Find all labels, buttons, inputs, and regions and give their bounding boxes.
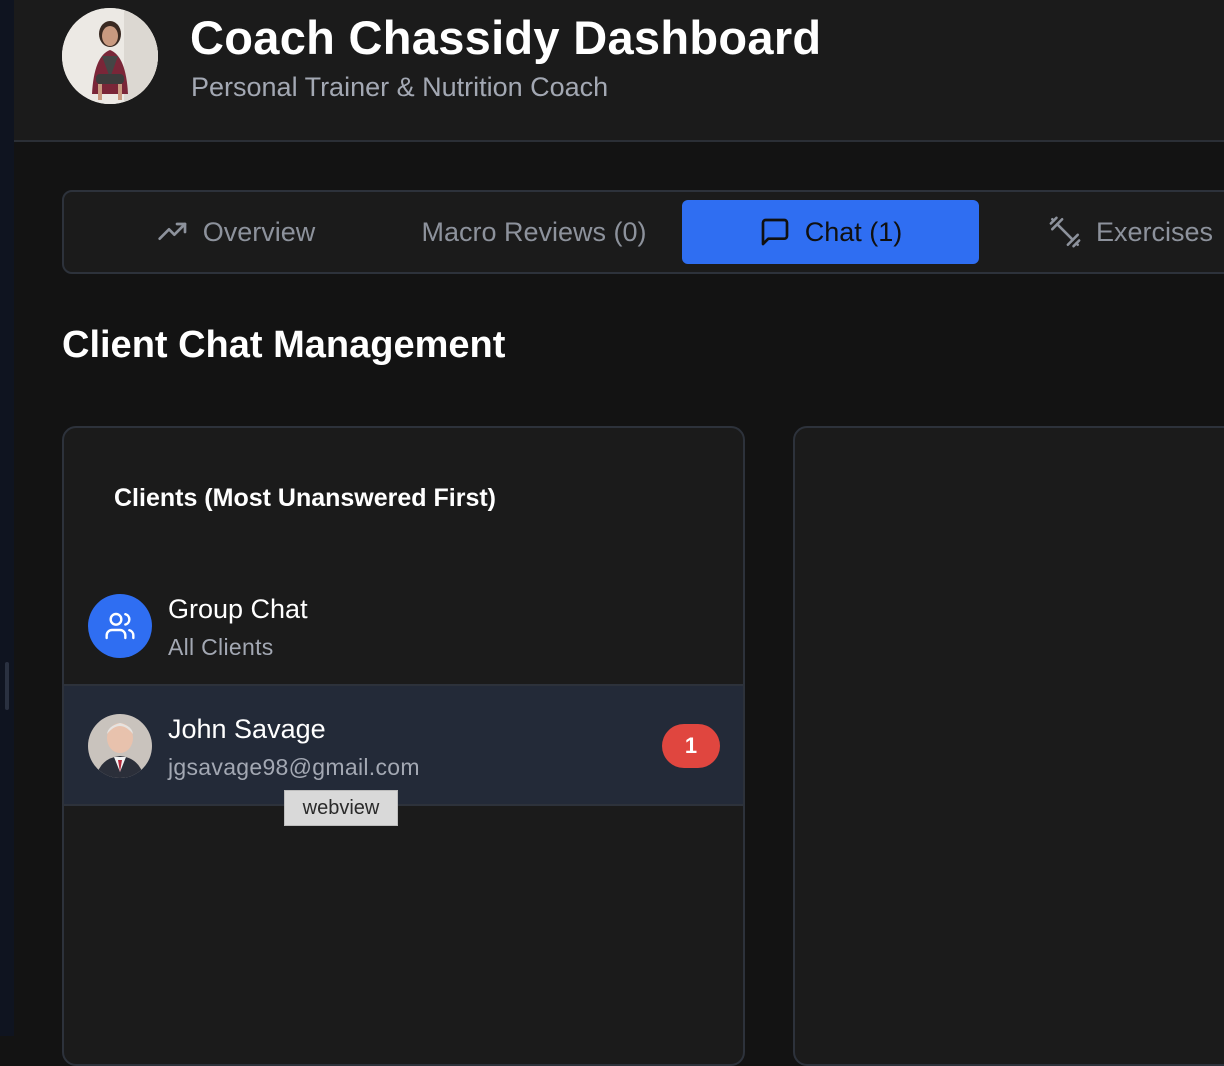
client-subtitle: All Clients — [168, 634, 274, 660]
chat-panel — [793, 426, 1224, 1066]
page-subtitle: Personal Trainer & Nutrition Coach — [191, 72, 609, 102]
unanswered-count-badge: 1 — [662, 724, 720, 768]
message-square-icon — [761, 218, 789, 246]
client-email: jgsavage98@gmail.com — [168, 754, 420, 780]
client-name: John Savage — [168, 714, 326, 744]
tab-macro-reviews[interactable]: Macro Reviews (0) — [404, 200, 664, 264]
resize-handle[interactable] — [5, 662, 9, 710]
tab-exercises[interactable]: Exercises — [1048, 200, 1224, 264]
client-name: Group Chat — [168, 594, 308, 624]
coach-avatar — [62, 8, 158, 104]
clients-panel: Clients (Most Unanswered First) Group Ch… — [62, 426, 745, 1066]
section-title: Client Chat Management — [62, 324, 506, 366]
users-icon — [105, 612, 135, 640]
window-left-edge — [0, 0, 14, 1036]
tab-overview[interactable]: Overview — [126, 200, 346, 264]
tab-chat-label: Chat (1) — [804, 216, 903, 247]
tab-overview-label: Overview — [202, 216, 316, 247]
tab-macro-reviews-label: Macro Reviews (0) — [421, 216, 647, 247]
tooltip: webview — [284, 790, 398, 826]
clients-heading: Clients (Most Unanswered First) — [114, 484, 496, 512]
tab-bar: Overview Macro Reviews (0) Chat (1) Exer… — [62, 190, 1224, 274]
client-avatar — [88, 714, 152, 778]
tab-exercises-label: Exercises — [1096, 216, 1214, 247]
dashboard-header: Coach Chassidy Dashboard Personal Traine… — [14, 0, 1224, 142]
client-list-item-john-savage[interactable]: John Savage jgsavage98@gmail.com 1 — [64, 686, 743, 806]
group-chat-avatar — [88, 594, 152, 658]
tab-chat[interactable]: Chat (1) — [682, 200, 979, 264]
dumbbell-icon — [1049, 216, 1081, 248]
page-title: Coach Chassidy Dashboard — [190, 11, 822, 64]
client-list-item-group-chat[interactable]: Group Chat All Clients — [64, 566, 743, 686]
trending-up-icon — [158, 222, 187, 240]
